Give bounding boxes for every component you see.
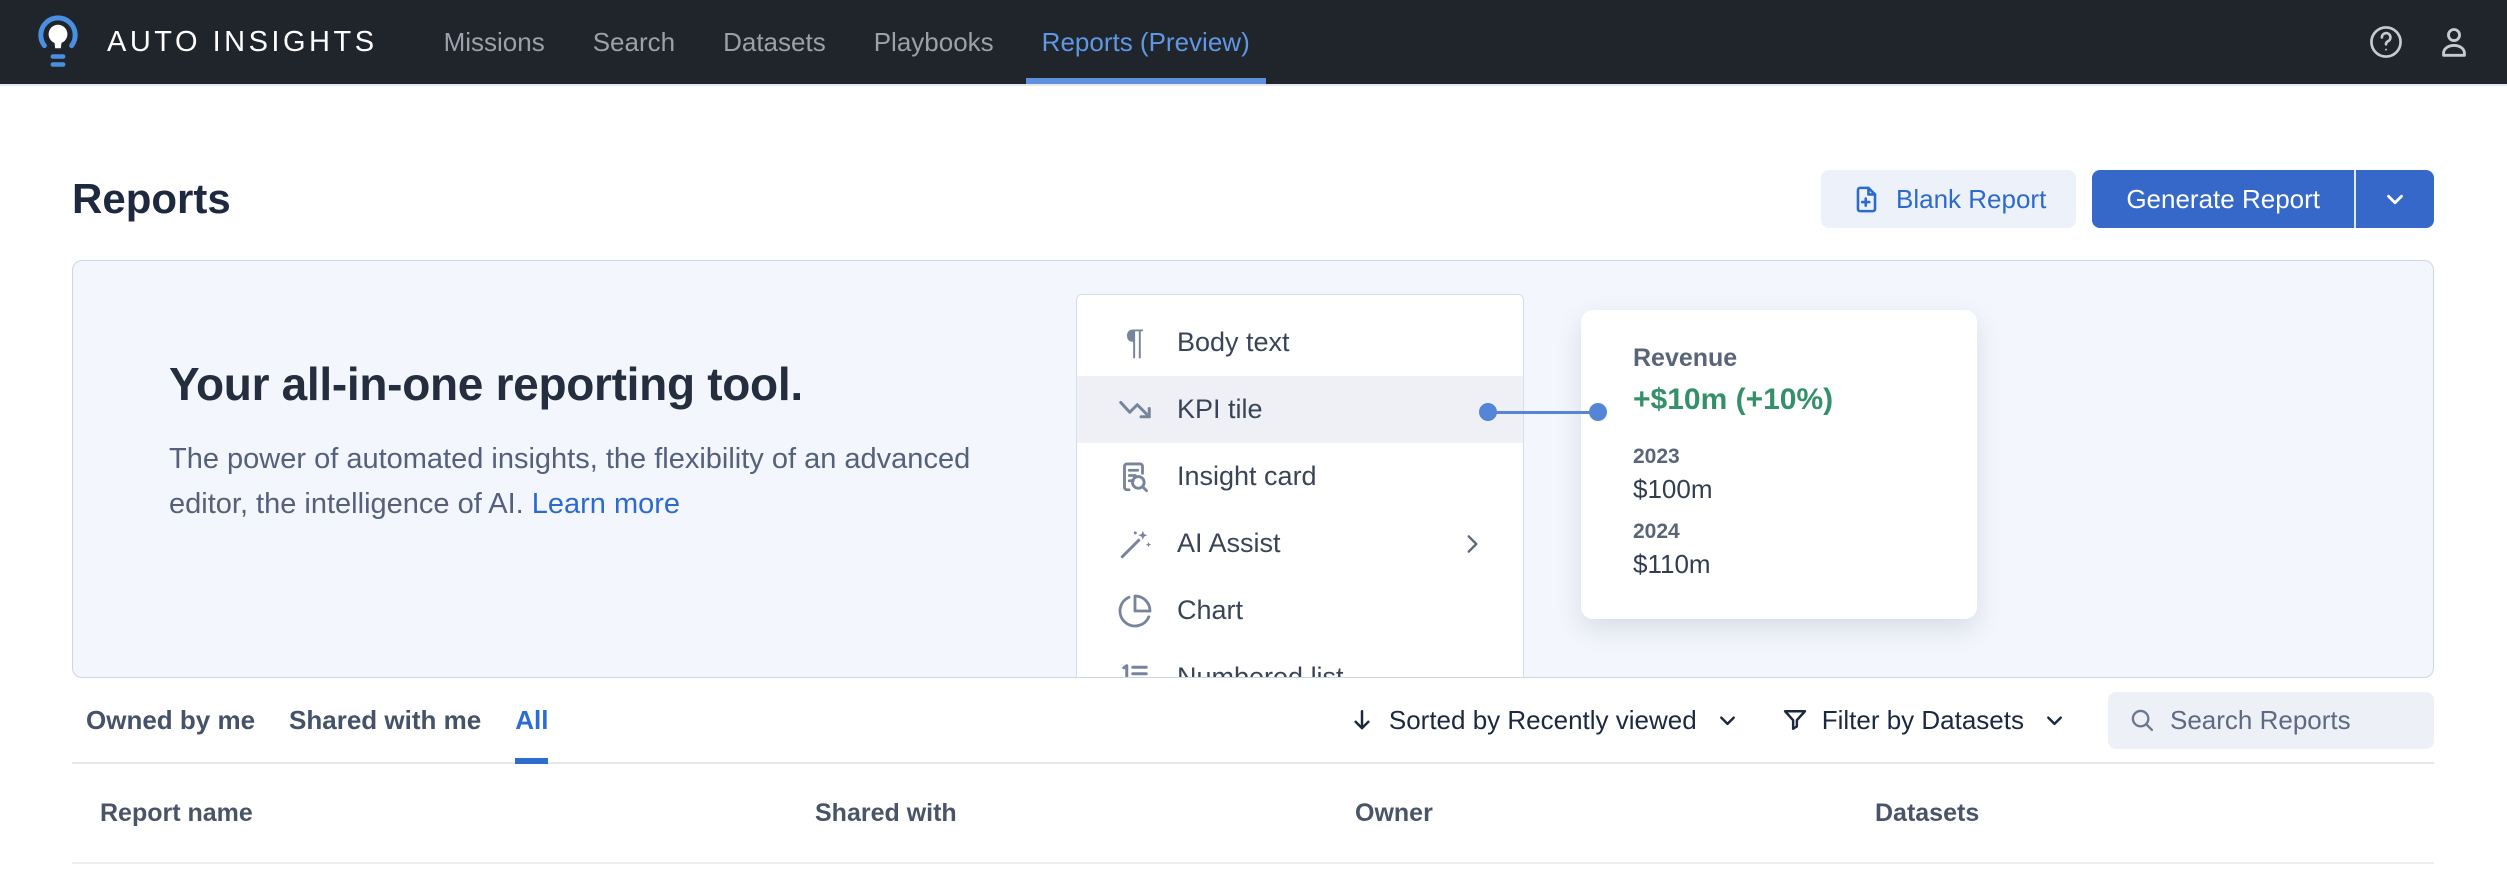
generate-report-button[interactable]: Generate Report xyxy=(2092,170,2354,228)
column-datasets: Datasets xyxy=(1875,799,2434,828)
search-reports-input[interactable] xyxy=(2170,705,2414,736)
pilcrow-icon: ¶ xyxy=(1117,325,1153,361)
help-icon[interactable] xyxy=(2367,23,2405,61)
column-shared-with: Shared with xyxy=(815,799,1355,828)
topbar-right xyxy=(2367,23,2473,61)
menu-item-insight-card: Insight card xyxy=(1077,443,1523,510)
numbered-list-icon xyxy=(1117,660,1153,679)
menu-item-body-text: ¶ Body text xyxy=(1077,309,1523,376)
kpi-year-2023: 2023 xyxy=(1633,445,1977,469)
blank-report-button[interactable]: Blank Report xyxy=(1821,170,2076,228)
tab-shared-with-me[interactable]: Shared with me xyxy=(289,678,481,762)
nav-item-reports-preview[interactable]: Reports (Preview) xyxy=(1036,0,1256,84)
promo-banner: Your all-in-one reporting tool. The powe… xyxy=(72,260,2434,678)
nav-item-search[interactable]: Search xyxy=(587,0,681,84)
sort-button[interactable]: Sorted by Recently viewed xyxy=(1348,705,1739,736)
filter-label: Filter by Datasets xyxy=(1822,705,2024,736)
column-report-name: Report name xyxy=(100,799,815,828)
lightbulb-logo-icon xyxy=(33,13,83,71)
nav-item-playbooks[interactable]: Playbooks xyxy=(868,0,1000,84)
page-actions: Blank Report Generate Report xyxy=(1821,170,2434,228)
chevron-down-icon xyxy=(2382,186,2408,212)
kpi-value-2023: $100m xyxy=(1633,474,1977,505)
funnel-icon xyxy=(1781,706,1809,734)
pie-chart-icon xyxy=(1117,593,1153,629)
list-toolbar: Owned by me Shared with me All Sorted by… xyxy=(72,678,2434,764)
kpi-tile-card: Revenue +$10m (+10%) 2023 $100m 2024 $11… xyxy=(1581,310,1977,619)
nav-item-missions[interactable]: Missions xyxy=(438,0,551,84)
menu-item-ai-assist: AI Assist xyxy=(1077,510,1523,577)
magic-wand-icon xyxy=(1117,526,1153,562)
nav-item-datasets[interactable]: Datasets xyxy=(717,0,832,84)
menu-item-numbered-list: Numbered list xyxy=(1077,644,1523,678)
chevron-down-icon xyxy=(1716,709,1739,732)
hero-text: Your all-in-one reporting tool. The powe… xyxy=(169,357,1069,527)
generate-report-dropdown-button[interactable] xyxy=(2354,170,2434,228)
tab-all[interactable]: All xyxy=(515,678,548,762)
search-icon xyxy=(2128,706,2156,734)
kpi-value-2024: $110m xyxy=(1633,549,1977,580)
kpi-year-2024: 2024 xyxy=(1633,520,1977,544)
chevron-down-icon xyxy=(2043,709,2066,732)
app-root: AUTO INSIGHTS Missions Search Datasets P… xyxy=(0,0,2507,880)
page-title: Reports xyxy=(72,175,231,223)
generate-report-split-button: Generate Report xyxy=(2092,170,2434,228)
connector-dot-right xyxy=(1589,403,1607,421)
sort-label: Sorted by Recently viewed xyxy=(1389,705,1697,736)
kpi-delta: +$10m (+10%) xyxy=(1633,383,1977,417)
filter-by-datasets-button[interactable]: Filter by Datasets xyxy=(1781,705,2066,736)
hero-title: Your all-in-one reporting tool. xyxy=(169,357,1069,411)
user-icon[interactable] xyxy=(2435,23,2473,61)
brand-home-link[interactable]: AUTO INSIGHTS xyxy=(33,0,378,84)
search-reports-box xyxy=(2108,692,2434,749)
reports-table-header: Report name Shared with Owner Datasets xyxy=(72,764,2434,864)
kpi-title: Revenue xyxy=(1633,344,1977,373)
document-search-icon xyxy=(1117,459,1153,495)
top-bar: AUTO INSIGHTS Missions Search Datasets P… xyxy=(0,0,2507,86)
brand-name: AUTO INSIGHTS xyxy=(107,26,378,59)
hero-subtitle: The power of automated insights, the fle… xyxy=(169,437,1029,527)
primary-nav: Missions Search Datasets Playbooks Repor… xyxy=(438,0,1256,84)
block-menu-panel: ¶ Body text KPI tile xyxy=(1076,294,1524,678)
learn-more-link[interactable]: Learn more xyxy=(532,488,680,520)
page-header: Reports Blank Report Generate Report xyxy=(72,166,2434,232)
arrow-down-icon xyxy=(1348,706,1376,734)
connector-line xyxy=(1479,403,1607,421)
menu-item-kpi-tile: KPI tile xyxy=(1077,376,1523,443)
tab-owned-by-me[interactable]: Owned by me xyxy=(86,678,255,762)
chevron-right-icon xyxy=(1459,531,1485,557)
blank-report-label: Blank Report xyxy=(1896,184,2046,215)
trending-down-icon xyxy=(1117,392,1153,428)
list-controls: Sorted by Recently viewed Filter by Data… xyxy=(1348,692,2434,749)
document-plus-icon xyxy=(1851,184,1882,215)
main-content: Reports Blank Report Generate Report xyxy=(0,166,2507,864)
menu-item-chart: Chart xyxy=(1077,577,1523,644)
column-owner: Owner xyxy=(1355,799,1875,828)
ownership-tabs: Owned by me Shared with me All xyxy=(72,678,548,762)
